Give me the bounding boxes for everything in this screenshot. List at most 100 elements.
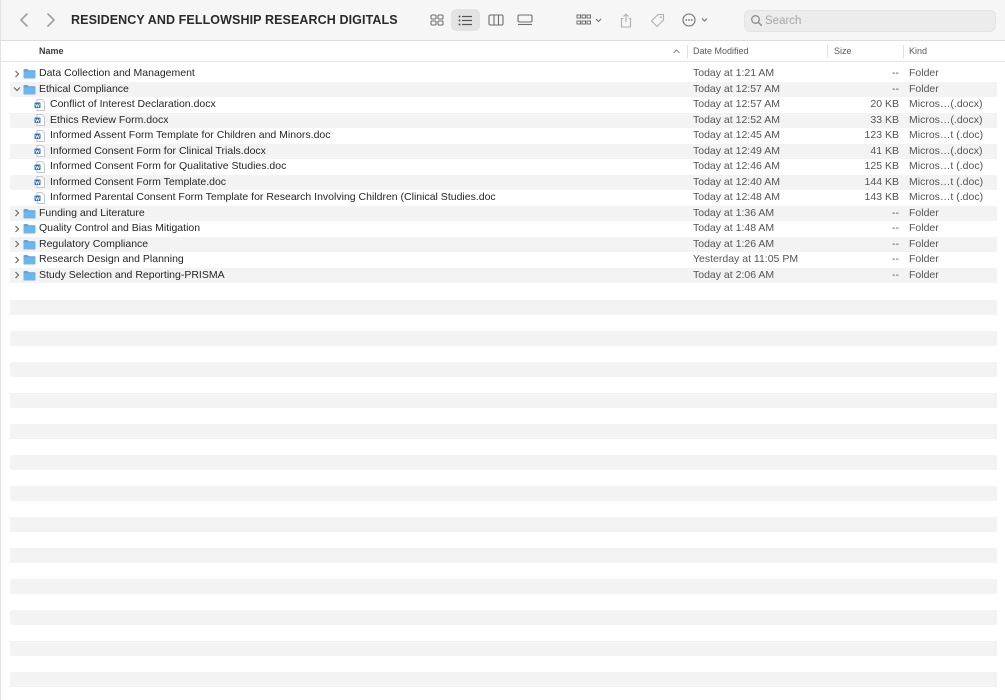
- file-kind: Micros…t (.doc): [909, 175, 984, 188]
- file-name: Informed Consent Form for Qualitative St…: [50, 160, 287, 172]
- more-actions-icon[interactable]: [679, 9, 711, 31]
- name-column-header[interactable]: Name: [39, 46, 64, 56]
- date-column-header[interactable]: Date Modified: [693, 46, 749, 56]
- folder-row[interactable]: Research Design and Planning Yesterday at…: [1, 252, 1005, 268]
- search-field[interactable]: [744, 10, 996, 32]
- sort-ascending-icon: [672, 47, 681, 56]
- file-kind: Folder: [909, 67, 939, 79]
- file-size: --: [892, 268, 899, 281]
- icon-view-icon[interactable]: [425, 9, 449, 31]
- file-kind: Folder: [909, 82, 939, 95]
- chevron-right-icon[interactable]: [12, 252, 22, 267]
- file-kind: Micros…t (.doc): [909, 191, 984, 203]
- date-modified: Today at 12:45 AM: [693, 129, 780, 141]
- list-view-icon[interactable]: [451, 9, 480, 31]
- word-document-icon: [34, 144, 45, 159]
- share-icon[interactable]: [616, 9, 636, 31]
- folder-row[interactable]: Data Collection and Management Today at 1…: [1, 66, 1005, 82]
- folder-row[interactable]: Regulatory Compliance Today at 1:26 AM -- F…: [10, 236, 997, 252]
- file-row[interactable]: Informed Consent Form for Clinical Trial…: [10, 143, 997, 159]
- word-document-icon: [34, 128, 45, 143]
- file-row[interactable]: Informed Assent Form Template for Childr…: [1, 128, 1005, 144]
- file-row[interactable]: Conflict of Interest Declaration.docx Tod…: [1, 97, 1005, 113]
- folder-name: Study Selection and Reporting-PRISMA: [39, 268, 225, 281]
- file-name: Informed Consent Form for Clinical Trial…: [50, 144, 266, 157]
- file-name: Informed Parental Consent Form Template …: [50, 191, 496, 203]
- word-document-icon: [34, 97, 45, 112]
- folder-name: Research Design and Planning: [39, 253, 184, 265]
- file-list: Data Collection and Management Today at 1…: [1, 66, 1005, 283]
- word-document-icon: [34, 113, 45, 128]
- file-kind: Folder: [909, 253, 939, 265]
- file-size: 143 KB: [864, 191, 899, 203]
- column-header: Name Date Modified Size Kind: [1, 41, 1005, 62]
- column-divider[interactable]: [903, 45, 904, 58]
- file-kind: Folder: [909, 268, 939, 281]
- file-size: --: [892, 222, 899, 234]
- file-row[interactable]: Informed Consent Form Template.doc Today …: [10, 174, 997, 190]
- file-kind: Micros…(.docx): [909, 144, 983, 157]
- file-row[interactable]: Informed Parental Consent Form Template …: [1, 190, 1005, 206]
- file-size: 33 KB: [870, 113, 899, 126]
- file-name: Informed Assent Form Template for Childr…: [50, 129, 331, 141]
- file-name: Conflict of Interest Declaration.docx: [50, 98, 216, 110]
- file-size: --: [892, 82, 899, 95]
- file-kind: Micros…t (.doc): [909, 129, 984, 141]
- word-document-icon: [34, 159, 45, 174]
- file-size: 41 KB: [870, 144, 899, 157]
- folder-icon: [23, 252, 36, 267]
- date-modified: Today at 12:52 AM: [693, 113, 780, 126]
- chevron-right-icon[interactable]: [12, 221, 22, 236]
- folder-icon: [23, 82, 36, 97]
- tag-icon[interactable]: [646, 9, 668, 31]
- file-size: --: [892, 253, 899, 265]
- folder-row[interactable]: Ethical Compliance Today at 12:57 AM -- Fol…: [10, 81, 997, 97]
- folder-row[interactable]: Quality Control and Bias Mitigation Today…: [1, 221, 1005, 237]
- date-modified: Today at 1:36 AM: [693, 206, 775, 219]
- size-column-header[interactable]: Size: [834, 46, 852, 56]
- date-modified: Today at 1:26 AM: [693, 237, 775, 250]
- search-input[interactable]: [765, 12, 990, 30]
- folder-icon: [23, 206, 36, 221]
- kind-column-header[interactable]: Kind: [909, 46, 927, 56]
- file-size: 144 KB: [864, 175, 899, 188]
- gallery-view-icon[interactable]: [513, 9, 537, 31]
- date-modified: Today at 12:40 AM: [693, 175, 780, 188]
- folder-row[interactable]: Study Selection and Reporting-PRISMA Toda…: [10, 267, 997, 283]
- toolbar: RESIDENCY AND FELLOWSHIP RESEARCH DIGITA…: [1, 0, 1005, 41]
- empty-row: [10, 330, 997, 346]
- finder-window: RESIDENCY AND FELLOWSHIP RESEARCH DIGITA…: [0, 0, 1005, 700]
- column-view-icon[interactable]: [484, 9, 508, 31]
- date-modified: Yesterday at 11:05 PM: [693, 253, 799, 265]
- empty-row: [10, 578, 997, 594]
- file-row[interactable]: Ethics Review Form.docx Today at 12:52 AM…: [10, 112, 997, 128]
- chevron-right-icon[interactable]: [12, 237, 22, 252]
- group-icon[interactable]: [573, 9, 605, 31]
- file-kind: Micros…(.docx): [909, 98, 983, 110]
- file-kind: Folder: [909, 206, 939, 219]
- forward-icon[interactable]: [40, 9, 62, 31]
- file-kind: Folder: [909, 222, 939, 234]
- column-divider[interactable]: [827, 45, 828, 58]
- chevron-right-icon[interactable]: [12, 268, 22, 283]
- empty-row: [10, 454, 997, 470]
- empty-row: [10, 547, 997, 563]
- file-row[interactable]: Informed Consent Form for Qualitative St…: [1, 159, 1005, 175]
- date-modified: Today at 12:49 AM: [693, 144, 780, 157]
- file-name: Informed Consent Form Template.doc: [50, 175, 227, 188]
- chevron-right-icon[interactable]: [12, 206, 22, 221]
- chevron-down-icon[interactable]: [12, 82, 22, 97]
- folder-name: Ethical Compliance: [39, 82, 129, 95]
- empty-row: [10, 299, 997, 315]
- back-icon[interactable]: [13, 9, 35, 31]
- file-size: 20 KB: [870, 98, 899, 110]
- column-divider[interactable]: [687, 45, 688, 58]
- chevron-right-icon[interactable]: [12, 66, 22, 81]
- word-document-icon: [34, 175, 45, 190]
- date-modified: Today at 2:06 AM: [693, 268, 775, 281]
- folder-row[interactable]: Funding and Literature Today at 1:36 AM --…: [10, 205, 997, 221]
- file-kind: Micros…(.docx): [909, 113, 983, 126]
- file-size: --: [892, 237, 899, 250]
- folder-icon: [23, 221, 36, 236]
- file-kind: Folder: [909, 237, 939, 250]
